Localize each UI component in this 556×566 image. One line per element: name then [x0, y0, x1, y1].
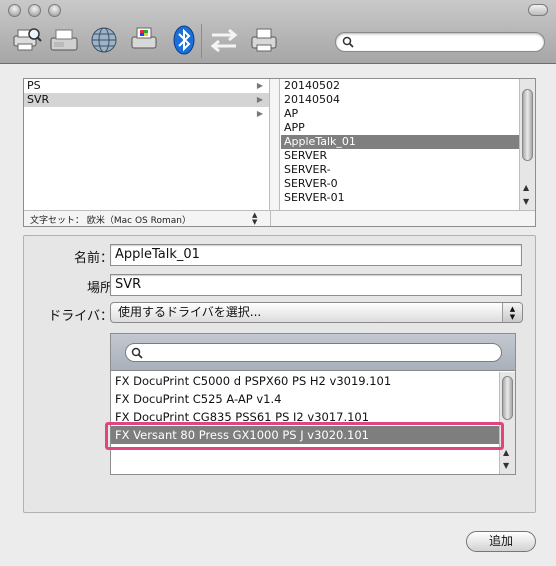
driver-list-panel: FX DocuPrint C5000 d PSPX60 PS H2 v3019.… [110, 333, 516, 475]
browser-row-svr[interactable]: SVR ▶ [24, 93, 269, 107]
driver-popup[interactable]: 使用するドライバを選択... ▲ ▼ [110, 302, 523, 323]
driver-search-field[interactable] [125, 343, 502, 362]
location-field[interactable]: SVR [110, 274, 522, 296]
driver-label: ドライバ： [48, 309, 113, 324]
windows-printer-icon[interactable] [128, 24, 160, 56]
browser-scrollbar[interactable]: ▲ ▼ [519, 79, 535, 210]
scroll-down-arrow-icon[interactable]: ▼ [523, 197, 529, 206]
driver-popup-value: 使用するドライバを選択... [118, 305, 262, 319]
name-label: 名前： [73, 251, 113, 266]
updown-arrows-icon[interactable]: ▲ ▼ [252, 212, 257, 226]
browser-row-label: SVR [27, 93, 50, 106]
printer-row[interactable]: SERVER [281, 149, 520, 163]
printer-row[interactable]: SERVER-0 [281, 177, 520, 191]
encoding-divider [270, 211, 271, 226]
magnifier-icon [131, 347, 143, 359]
driver-list-scrollbar[interactable]: ▲ ▼ [499, 372, 515, 474]
browser-row-empty[interactable]: ▶ [24, 107, 269, 121]
disclosure-triangle-icon: ▶ [256, 109, 263, 118]
browser-column-printers: 20140502 20140504 AP APP AppleTalk_01 SE… [281, 79, 520, 210]
driver-list-item[interactable]: FX DocuPrint CG835 PSS61 PS I2 v3017.101 [111, 408, 499, 426]
browser-column-servers: PS ▶ SVR ▶ ▶ [24, 79, 270, 210]
printer-row-label: SERVER [284, 149, 328, 162]
printer-row-selected[interactable]: AppleTalk_01 [281, 135, 520, 149]
browser-column-divider[interactable] [270, 79, 280, 210]
driver-list-item[interactable]: FX DocuPrint C5000 d PSPX60 PS H2 v3019.… [111, 372, 499, 390]
window-toolbar [0, 0, 556, 64]
printer-row[interactable]: APP [281, 121, 520, 135]
network-globe-icon[interactable] [88, 24, 120, 56]
driver-search-header [111, 334, 515, 371]
printer-browser: PS ▶ SVR ▶ ▶ 20140502 20140504 AP APP Ap… [23, 78, 536, 227]
toolbar-separator [201, 24, 202, 58]
driver-list-item-selected[interactable]: FX Versant 80 Press GX1000 PS J v3020.10… [111, 426, 499, 444]
scroll-up-arrow-icon[interactable]: ▲ [503, 448, 509, 457]
transfer-arrows-icon[interactable] [208, 24, 240, 56]
magnifier-icon [342, 36, 354, 48]
add-button[interactable]: 追加 [466, 531, 536, 552]
printer-row[interactable]: 20140502 [281, 79, 520, 93]
printer-row-label: SERVER-0 [284, 177, 338, 190]
toolbar-search-field[interactable] [335, 32, 545, 52]
browser-row-label: PS [27, 79, 41, 92]
minimize-window-button[interactable] [28, 4, 41, 17]
bluetooth-icon[interactable] [168, 24, 200, 56]
printer-row[interactable]: 20140504 [281, 93, 520, 107]
toolbar-toggle-button[interactable] [528, 4, 548, 16]
scrollbar-thumb[interactable] [522, 89, 533, 161]
close-window-button[interactable] [8, 4, 21, 17]
browser-row-ps[interactable]: PS ▶ [24, 79, 269, 93]
fax-icon[interactable] [48, 24, 80, 56]
printer-row[interactable]: AP [281, 107, 520, 121]
printer-row[interactable]: SERVER-01 [281, 191, 520, 205]
encoding-bar: 文字セット： 欧米（Mac OS Roman） ▲ ▼ [24, 210, 535, 226]
zoom-window-button[interactable] [48, 4, 61, 17]
printer-row-label: SERVER-01 [284, 191, 345, 204]
scroll-down-arrow-icon[interactable]: ▼ [503, 461, 509, 470]
scroll-up-arrow-icon[interactable]: ▲ [523, 183, 529, 192]
printer-row-label: AP [284, 107, 299, 120]
disclosure-triangle-icon: ▶ [256, 81, 263, 90]
printer-row-label: SERVER- [284, 163, 331, 176]
printer-row-label: AppleTalk_01 [284, 135, 356, 148]
driver-list-item[interactable]: FX DocuPrint C525 A-AP v1.4 [111, 390, 499, 408]
disclosure-triangle-icon: ▶ [256, 95, 263, 104]
updown-arrows-icon: ▲ ▼ [502, 303, 522, 322]
printer-row-label: 20140502 [284, 79, 340, 92]
driver-list: FX DocuPrint C5000 d PSPX60 PS H2 v3019.… [111, 372, 499, 444]
scrollbar-thumb[interactable] [502, 376, 513, 420]
encoding-popup[interactable]: 文字セット： 欧米（Mac OS Roman） [30, 213, 191, 226]
printer-row-label: APP [284, 121, 305, 134]
name-field[interactable]: AppleTalk_01 [110, 244, 522, 266]
printer-icon[interactable] [248, 24, 280, 56]
printer-search-icon[interactable] [10, 24, 42, 56]
printer-row-label: 20140504 [284, 93, 340, 106]
printer-row[interactable]: SERVER- [281, 163, 520, 177]
